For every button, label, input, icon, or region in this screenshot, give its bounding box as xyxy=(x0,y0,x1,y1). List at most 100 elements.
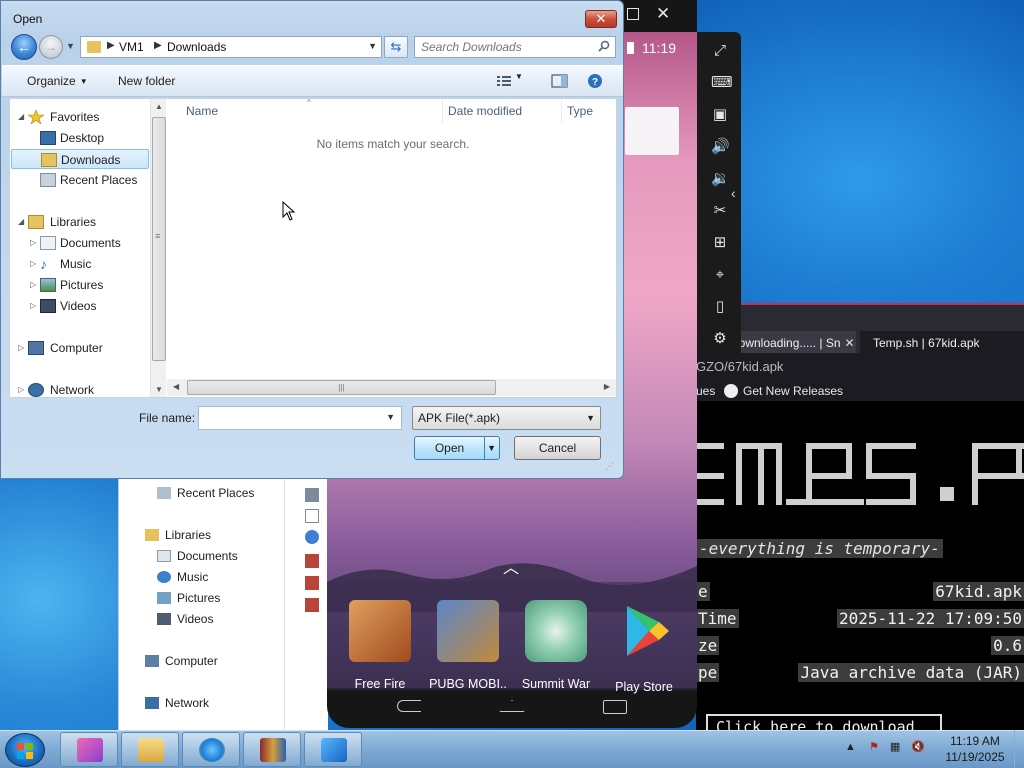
scroll-left-arrow-icon[interactable]: ◀ xyxy=(173,382,179,391)
column-header-type[interactable]: Type xyxy=(562,99,616,123)
scroll-down-arrow-icon[interactable]: ▼ xyxy=(155,385,163,394)
collapsed-arrow-icon[interactable]: ▷ xyxy=(30,233,36,253)
nav-desktop[interactable]: Desktop xyxy=(10,128,150,148)
file-type-select[interactable]: APK File(*.apk) ▼ xyxy=(412,406,601,430)
address-dropdown-icon[interactable]: ▼ xyxy=(368,41,377,51)
app-free-fire[interactable]: Free Fire xyxy=(340,600,420,691)
taskbar-swan-app[interactable] xyxy=(304,732,362,767)
nav-downloads[interactable]: Downloads xyxy=(11,149,149,169)
collapse-toolbar-icon[interactable]: ‹ xyxy=(731,185,736,201)
action-center-flag-icon[interactable]: ⚑ xyxy=(869,741,879,753)
close-icon[interactable]: ✕ xyxy=(656,4,670,24)
chevron-down-icon[interactable]: ▼ xyxy=(586,407,595,429)
expanded-arrow-icon[interactable]: ◢ xyxy=(18,107,24,127)
search-box[interactable] xyxy=(414,36,616,58)
winrar-file-icon[interactable] xyxy=(305,598,319,612)
taskbar-clock[interactable]: 11:19 AM 11/19/2025 xyxy=(935,733,1015,765)
explorer-computer[interactable]: Computer xyxy=(145,654,218,668)
resize-grip-icon[interactable]: ⋰ xyxy=(605,461,614,472)
breadcrumb-separator-icon[interactable]: ▶ xyxy=(107,40,115,51)
file-icon[interactable] xyxy=(305,509,319,523)
install-apk-icon[interactable]: ▣ xyxy=(711,106,729,124)
volume-muted-icon[interactable]: 🔇 xyxy=(911,741,925,753)
nav-computer[interactable]: ▷ Computer xyxy=(10,338,150,358)
multi-instance-icon[interactable]: ⊞ xyxy=(711,234,729,252)
explorer-recent-places[interactable]: Recent Places xyxy=(157,486,254,500)
app-pubg-mobile[interactable]: PUBG MOBI.. xyxy=(428,600,508,691)
recents-icon[interactable] xyxy=(603,700,627,714)
explorer-videos[interactable]: Videos xyxy=(157,612,213,626)
taskbar-file-explorer[interactable] xyxy=(121,732,179,767)
recent-locations-dropdown[interactable]: ▼ xyxy=(66,41,75,51)
explorer-music[interactable]: Music xyxy=(157,570,208,584)
column-header-name[interactable]: Name ^ xyxy=(167,98,443,123)
explorer-pictures[interactable]: Pictures xyxy=(157,591,220,605)
open-button[interactable]: Open ▼ xyxy=(414,436,500,460)
bookmark-get-new-releases[interactable]: Get New Releases xyxy=(743,381,843,401)
nav-network[interactable]: ▷ Network xyxy=(10,380,150,400)
help-icon[interactable]: ? xyxy=(586,73,606,89)
back-button[interactable]: ← xyxy=(11,34,37,60)
nav-pane-scrollbar[interactable]: ▲ ≡ ▼ xyxy=(150,99,166,397)
taskbar-bluestacks[interactable] xyxy=(60,732,118,767)
location-icon[interactable]: ⌖ xyxy=(711,266,729,284)
keyboard-icon[interactable]: ⌨ xyxy=(711,74,733,92)
scroll-up-arrow-icon[interactable]: ▲ xyxy=(155,102,163,111)
browser-tab-temp[interactable]: Temp.sh | 67kid.apk xyxy=(860,331,1024,355)
breadcrumb-downloads[interactable]: Downloads xyxy=(167,40,226,54)
nav-recent-places[interactable]: Recent Places xyxy=(10,170,150,190)
close-tab-icon[interactable]: ✕ xyxy=(845,331,855,355)
explorer-libraries[interactable]: Libraries xyxy=(145,528,211,542)
explorer-network[interactable]: Network xyxy=(145,696,209,710)
back-icon[interactable] xyxy=(397,700,421,712)
file-icon[interactable] xyxy=(305,488,319,502)
chevron-up-icon[interactable]: ︿ xyxy=(503,554,519,578)
nav-pictures[interactable]: ▷ Pictures xyxy=(10,275,150,295)
winrar-file-icon[interactable] xyxy=(305,576,319,590)
new-folder-button[interactable]: New folder xyxy=(118,74,175,88)
view-dropdown-icon[interactable]: ▼ xyxy=(515,72,523,81)
network-status-icon[interactable]: ▦ xyxy=(890,741,900,753)
collapsed-arrow-icon[interactable]: ▷ xyxy=(30,296,36,316)
address-bar[interactable]: GZO/67kid.apk xyxy=(696,353,1024,381)
winrar-file-icon[interactable] xyxy=(305,554,319,568)
scrollbar-thumb[interactable]: ||| xyxy=(187,380,496,395)
preview-pane-icon[interactable] xyxy=(550,73,570,89)
collapsed-arrow-icon[interactable]: ▷ xyxy=(18,380,24,400)
volume-up-icon[interactable]: 🔊 xyxy=(711,138,730,156)
file-name-combobox[interactable]: ▼ xyxy=(198,406,402,430)
nav-favorites[interactable]: ◢ Favorites xyxy=(10,107,150,127)
show-hidden-icons-icon[interactable]: ▲ xyxy=(845,741,856,753)
collapsed-arrow-icon[interactable]: ▷ xyxy=(30,254,36,274)
change-view-icon[interactable] xyxy=(495,73,515,89)
scroll-right-arrow-icon[interactable]: ▶ xyxy=(604,382,610,391)
refresh-button[interactable]: ⇆ xyxy=(384,36,408,58)
forward-button[interactable]: → xyxy=(39,35,63,59)
file-icon[interactable] xyxy=(305,530,319,544)
screenshot-icon[interactable]: ✂ xyxy=(711,202,729,220)
search-input[interactable] xyxy=(421,40,591,54)
cancel-button[interactable]: Cancel xyxy=(514,436,601,460)
address-breadcrumb[interactable]: ▶ VM1 ▶ Downloads ▼ xyxy=(80,36,382,58)
file-list-horizontal-scrollbar[interactable]: ◀ ||| ▶ xyxy=(167,379,616,396)
settings-gear-icon[interactable]: ⚙ xyxy=(711,330,729,348)
start-button[interactable] xyxy=(5,733,45,767)
nav-documents[interactable]: ▷ Documents xyxy=(10,233,150,253)
expanded-arrow-icon[interactable]: ◢ xyxy=(18,212,24,232)
breadcrumb-vm1[interactable]: VM1 xyxy=(119,40,144,54)
column-header-date-modified[interactable]: Date modified xyxy=(443,99,562,123)
nav-videos[interactable]: ▷ Videos xyxy=(10,296,150,316)
restore-icon[interactable] xyxy=(627,8,639,20)
collapsed-arrow-icon[interactable]: ▷ xyxy=(30,275,36,295)
chevron-down-icon[interactable]: ▼ xyxy=(386,412,395,422)
app-summit-war[interactable]: Summit War xyxy=(516,600,596,691)
open-options-dropdown-icon[interactable]: ▼ xyxy=(487,437,496,459)
search-widget[interactable] xyxy=(625,107,679,155)
bookmark-partial[interactable]: ues xyxy=(696,381,715,401)
explorer-documents[interactable]: Documents xyxy=(157,549,238,563)
nav-music[interactable]: ▷ ♪ Music xyxy=(10,254,150,274)
dialog-close-button[interactable]: ✕ xyxy=(585,10,617,28)
show-desktop-button[interactable] xyxy=(1014,730,1024,768)
collapsed-arrow-icon[interactable]: ▷ xyxy=(18,338,24,358)
taskbar-internet-explorer[interactable] xyxy=(182,732,240,767)
